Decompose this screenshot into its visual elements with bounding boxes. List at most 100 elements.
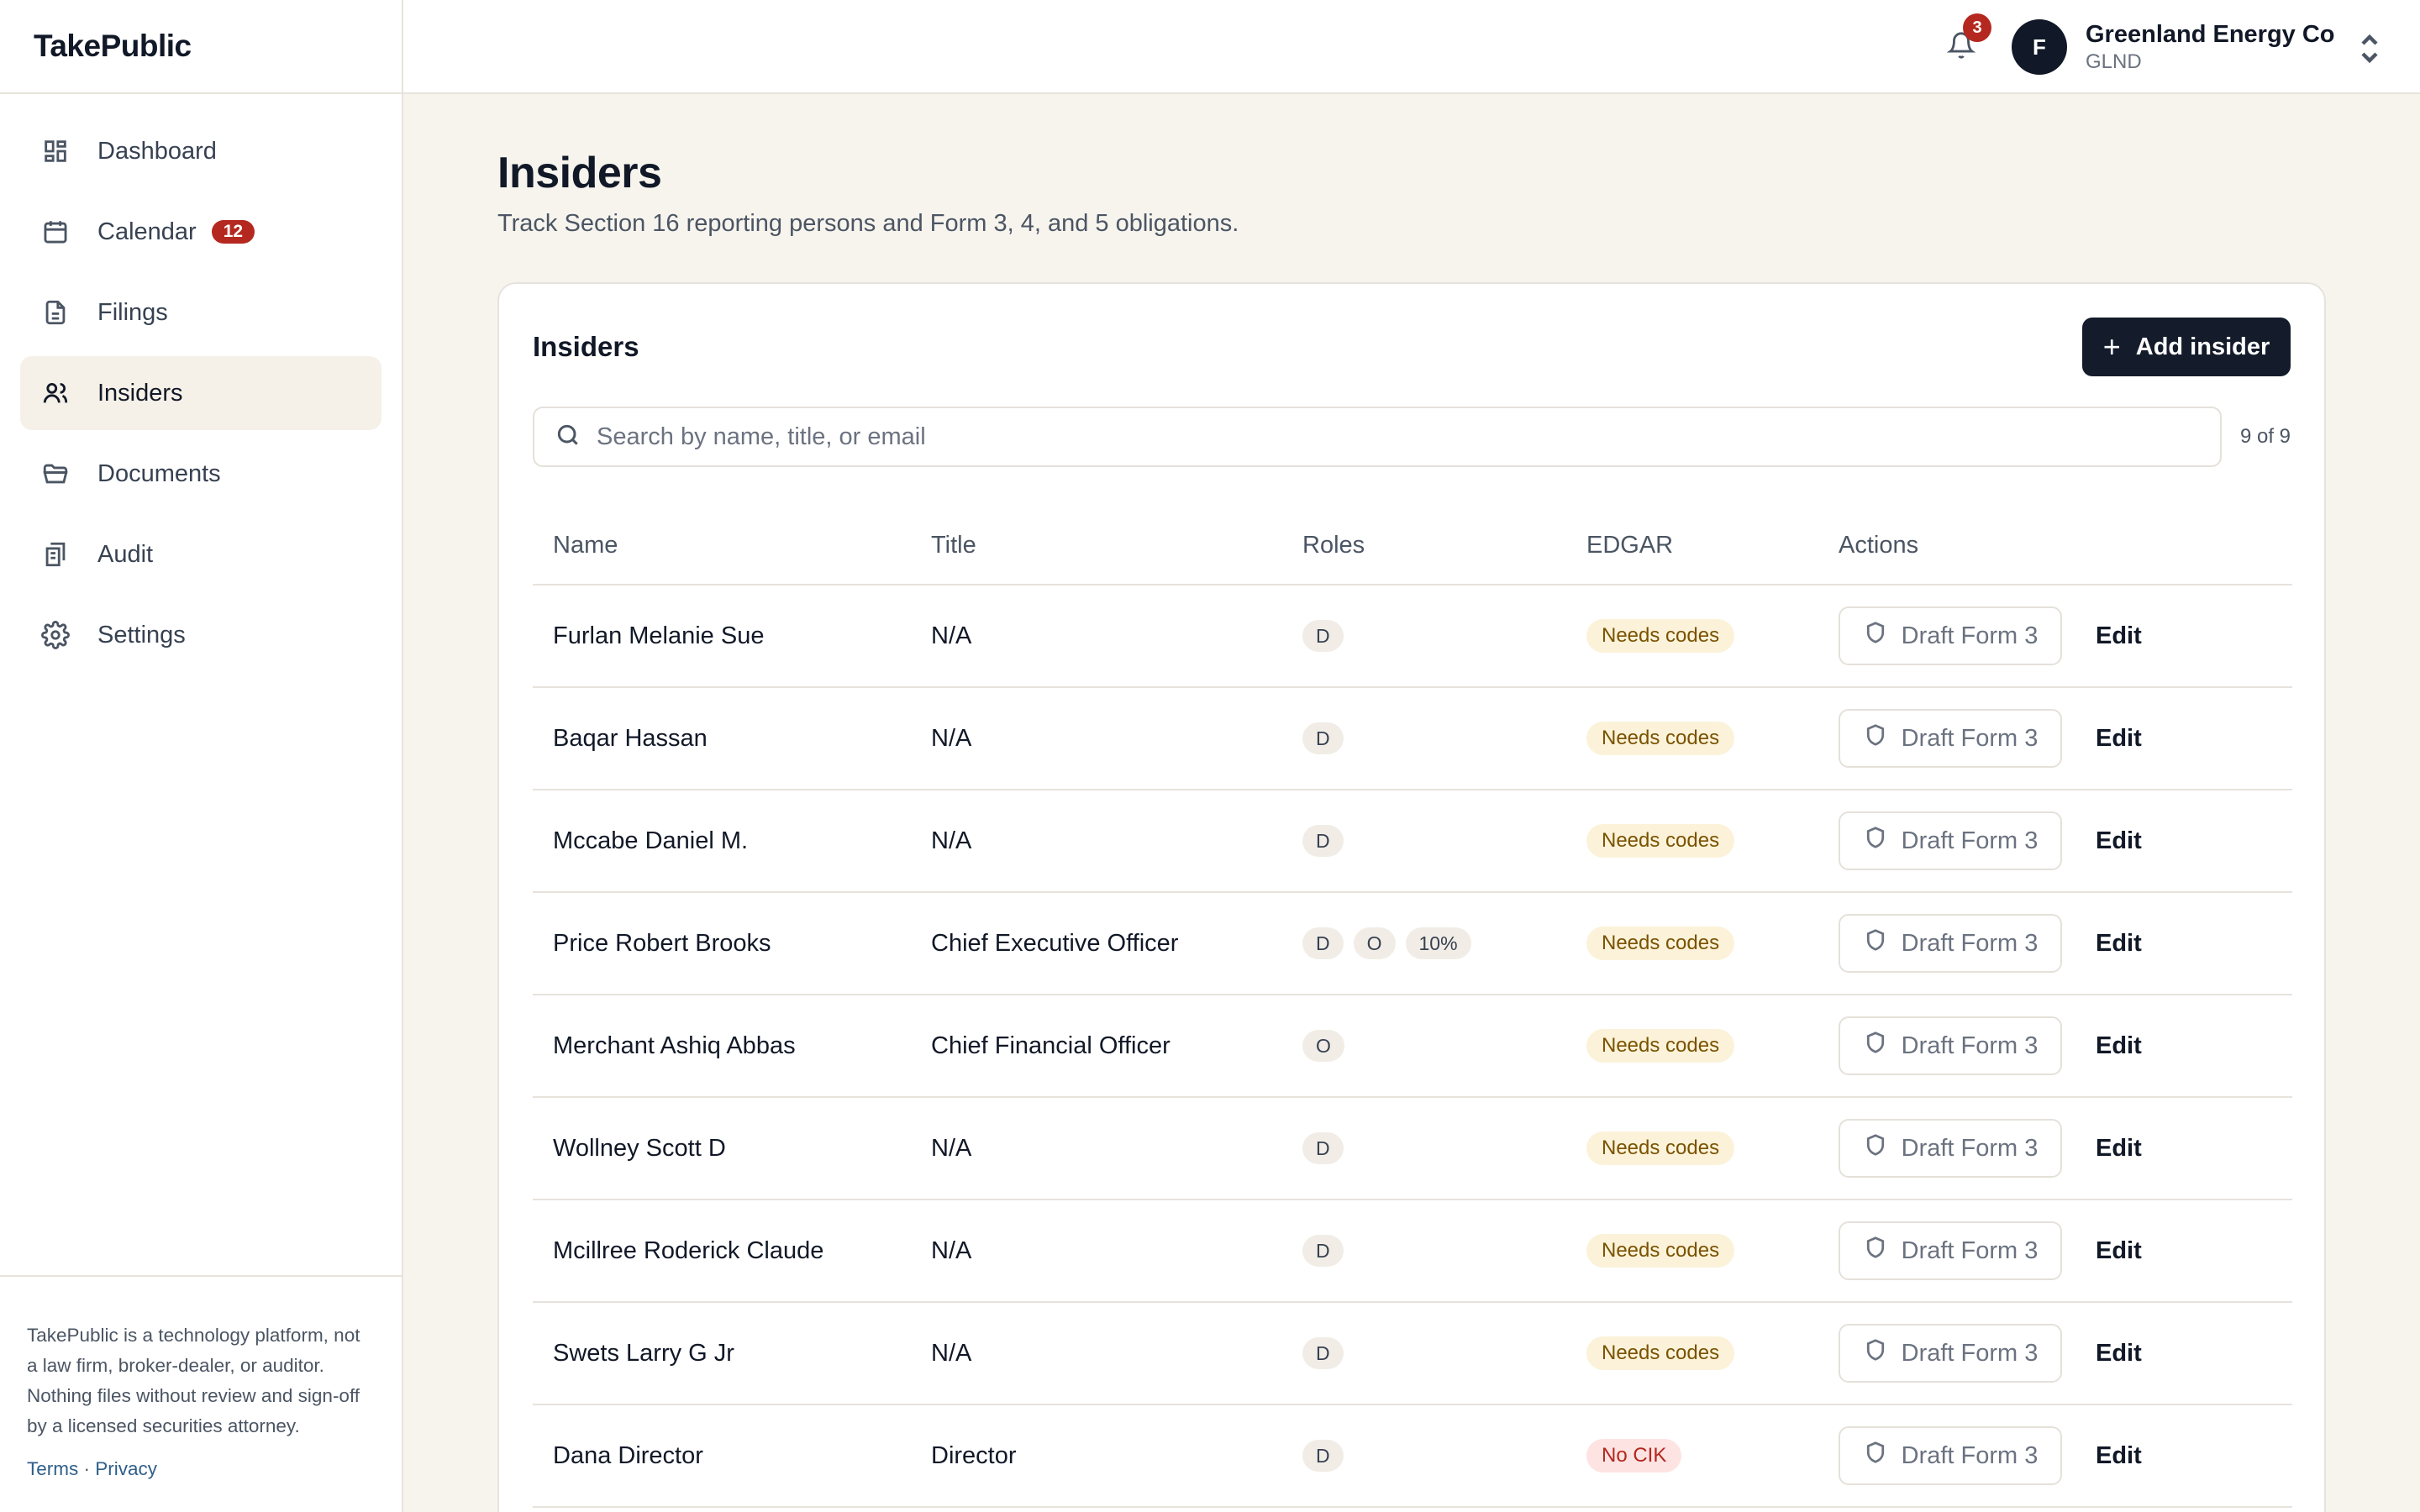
column-header-name[interactable]: Name [533, 507, 931, 585]
sidebar-item-insiders[interactable]: Insiders [20, 356, 381, 430]
gear-icon [40, 620, 71, 650]
brand-logo[interactable]: TakePublic [0, 0, 402, 94]
cell-edgar: Needs codes [1586, 585, 1839, 688]
table-row[interactable]: Mcillree Roderick Claude N/A D Needs codes D… [533, 1200, 2292, 1303]
cell-name: Furlan Melanie Sue [533, 585, 931, 688]
cell-roles: D [1302, 1200, 1586, 1303]
draft-form-3-button[interactable]: Draft Form 3 [1839, 1324, 2062, 1383]
cell-title: N/A [931, 585, 1302, 688]
terms-link[interactable]: Terms [27, 1458, 78, 1479]
edit-button[interactable]: Edit [2096, 1032, 2142, 1060]
table-row[interactable]: Price Robert Brooks Chief Executive Offic… [533, 892, 2292, 995]
draft-form-3-label: Draft Form 3 [1901, 1441, 2039, 1469]
add-insider-button[interactable]: + Add insider [2082, 318, 2291, 376]
draft-form-3-label: Draft Form 3 [1901, 1236, 2039, 1264]
search-icon [555, 422, 597, 453]
edit-button[interactable]: Edit [2096, 1442, 2142, 1470]
role-pill: D [1302, 1337, 1344, 1369]
sidebar-item-filings[interactable]: Filings [20, 276, 381, 349]
role-pill: D [1302, 1132, 1344, 1164]
result-count: 9 of 9 [2239, 425, 2291, 448]
edgar-status-badge: Needs codes [1586, 824, 1735, 858]
company-name: Greenland Energy Co [2086, 21, 2335, 48]
cell-actions: Draft Form 3 Edit [1839, 1097, 2292, 1200]
calendar-count-badge: 12 [211, 220, 255, 244]
cell-roles: D [1302, 1097, 1586, 1200]
edit-button[interactable]: Edit [2096, 1237, 2142, 1265]
draft-form-3-label: Draft Form 3 [1901, 622, 2039, 649]
sidebar-item-calendar[interactable]: Calendar 12 [20, 195, 381, 269]
calendar-icon [40, 217, 71, 247]
sidebar-item-label: Filings [97, 298, 168, 326]
role-pill: D [1302, 722, 1344, 754]
role-pill: D [1302, 620, 1344, 652]
cell-name: Mccabe Daniel M. [533, 790, 931, 893]
cell-title: Director [931, 1404, 1302, 1508]
page-title: Insiders [497, 149, 662, 197]
edit-button[interactable]: Edit [2096, 725, 2142, 753]
cell-title: N/A [931, 687, 1302, 790]
sidebar-item-audit[interactable]: Audit [20, 517, 381, 591]
draft-form-3-label: Draft Form 3 [1901, 929, 2039, 957]
draft-form-3-button[interactable]: Draft Form 3 [1839, 709, 2062, 768]
draft-form-3-label: Draft Form 3 [1901, 1339, 2039, 1367]
edgar-status-badge: Needs codes [1586, 927, 1735, 960]
column-header-title[interactable]: Title [931, 507, 1302, 585]
edit-button[interactable]: Edit [2096, 622, 2142, 650]
edgar-status-badge: Needs codes [1586, 722, 1735, 755]
search-input[interactable] [597, 423, 2193, 451]
notifications-badge: 3 [1963, 13, 1991, 42]
cell-roles: D O 10% [1302, 892, 1586, 995]
company-text: Greenland Energy Co GLND [2086, 19, 2335, 75]
table-row[interactable]: Wollney Scott D N/A D Needs codes Draft Form… [533, 1097, 2292, 1200]
insiders-card: Insiders + Add insider 9 of 9 Name Title… [497, 282, 2326, 1512]
draft-form-3-button[interactable]: Draft Form 3 [1839, 811, 2062, 870]
draft-form-3-button[interactable]: Draft Form 3 [1839, 914, 2062, 973]
table-row[interactable]: Baqar Hassan N/A D Needs codes Draft Form 3 E… [533, 687, 2292, 790]
sidebar: TakePublic Dashboard Calendar 12 Filings Ins… [0, 0, 403, 1512]
column-header-edgar[interactable]: EDGAR [1586, 507, 1839, 585]
company-switcher[interactable]: F Greenland Energy Co GLND [2012, 17, 2381, 77]
draft-form-3-button[interactable]: Draft Form 3 [1839, 1016, 2062, 1075]
cell-actions: Draft Form 3 Edit [1839, 1200, 2292, 1303]
cell-title: N/A [931, 1302, 1302, 1405]
cell-edgar: Needs codes [1586, 892, 1839, 995]
table-row[interactable]: Swets Larry G Jr N/A D Needs codes Draft For… [533, 1302, 2292, 1405]
role-pill: 10% [1405, 927, 1471, 959]
table-row[interactable]: Merchant Ashiq Abbas Chief Financial Offi… [533, 995, 2292, 1098]
table-row[interactable]: Furlan Melanie Sue N/A D Needs codes Draft F… [533, 585, 2292, 688]
cell-title: Chief Financial Officer [931, 995, 1302, 1098]
edit-button[interactable]: Edit [2096, 827, 2142, 855]
cell-name: Baqar Hassan [533, 687, 931, 790]
role-pill: D [1302, 825, 1344, 857]
cell-edgar: Needs codes [1586, 1097, 1839, 1200]
privacy-link[interactable]: Privacy [95, 1458, 157, 1479]
draft-form-3-button[interactable]: Draft Form 3 [1839, 1221, 2062, 1280]
edgar-status-badge: Needs codes [1586, 1029, 1735, 1063]
table-row[interactable]: Mccabe Daniel M. N/A D Needs codes Draft For… [533, 790, 2292, 893]
cell-name: Price Robert Brooks [533, 892, 931, 995]
company-ticker: GLND [2086, 50, 2142, 73]
cell-name: Mcillree Roderick Claude [533, 1200, 931, 1303]
sidebar-item-settings[interactable]: Settings [20, 598, 381, 672]
draft-form-3-button[interactable]: Draft Form 3 [1839, 606, 2062, 665]
sidebar-item-documents[interactable]: Documents [20, 437, 381, 511]
draft-form-3-button[interactable]: Draft Form 3 [1839, 1119, 2062, 1178]
edgar-status-badge: Needs codes [1586, 1336, 1735, 1370]
edit-button[interactable]: Edit [2096, 1340, 2142, 1368]
sidebar-item-dashboard[interactable]: Dashboard [20, 114, 381, 188]
cell-roles: D [1302, 1302, 1586, 1405]
edgar-status-badge: Needs codes [1586, 1131, 1735, 1165]
cell-roles: D [1302, 1404, 1586, 1508]
edit-button[interactable]: Edit [2096, 930, 2142, 958]
draft-form-3-button[interactable]: Draft Form 3 [1839, 1426, 2062, 1485]
folder-icon [40, 459, 71, 489]
column-header-roles[interactable]: Roles [1302, 507, 1586, 585]
edgar-status-badge: Needs codes [1586, 619, 1735, 653]
cell-name: Merchant Ashiq Abbas [533, 995, 931, 1098]
sidebar-item-label: Calendar [97, 218, 197, 245]
table-row[interactable]: Dana Director Director D No CIK Draft Form 3… [533, 1404, 2292, 1508]
shield-icon [1863, 1234, 1902, 1268]
shield-icon [1863, 1029, 1902, 1063]
edit-button[interactable]: Edit [2096, 1135, 2142, 1163]
